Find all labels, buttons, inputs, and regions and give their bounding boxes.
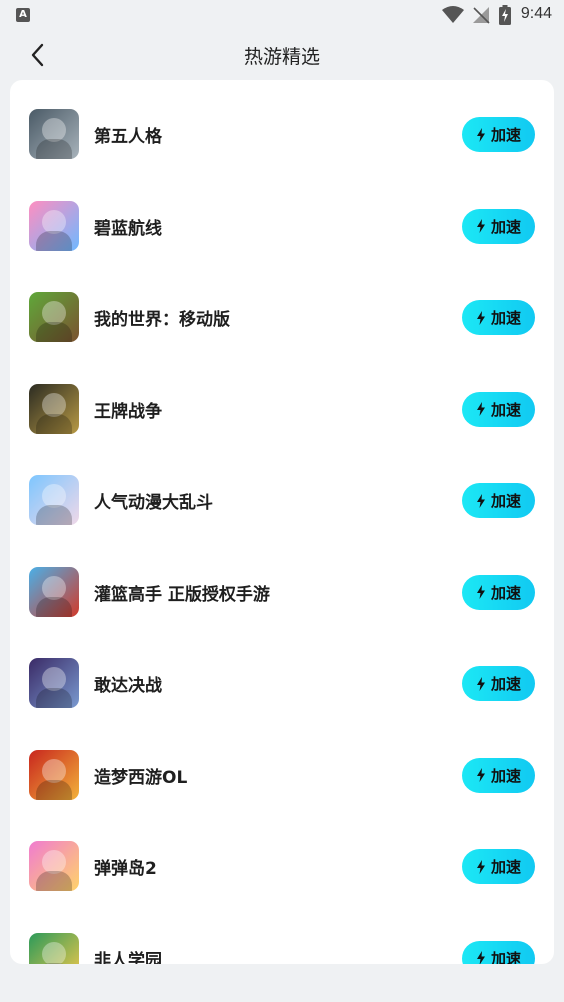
no-signal-icon	[473, 7, 490, 24]
accelerate-button[interactable]: 加速	[462, 574, 535, 610]
page-title: 热游精选	[243, 46, 320, 68]
game-name: 造梦西游OL	[94, 767, 188, 788]
minecraft-game-icon	[29, 292, 79, 342]
game-name: 第五人格	[94, 127, 162, 147]
game-list-item[interactable]: 灌篮高手 正版授权手游 加速	[10, 538, 554, 629]
lightning-icon	[476, 493, 485, 508]
lightning-icon	[476, 768, 485, 782]
inhuman-academy-game-icon	[29, 932, 79, 964]
app-notification-icon: A	[16, 8, 30, 22]
battery-charging-icon	[499, 5, 511, 25]
accelerate-button-label: 加速	[490, 217, 521, 236]
accelerate-button[interactable]: 加速	[462, 117, 535, 152]
dream-journey-game-icon	[29, 749, 79, 800]
gundam-game-icon	[29, 658, 79, 708]
header: 热游精选	[0, 30, 564, 80]
clock: 9:44	[520, 5, 552, 22]
war-game-icon	[29, 383, 79, 434]
game-list-item[interactable]: 碧蓝航线 加速	[10, 172, 554, 263]
azur-lane-game-icon	[29, 200, 79, 251]
accelerate-button-label: 加速	[490, 492, 521, 510]
accelerate-button[interactable]: 加速	[462, 940, 535, 965]
game-name: 弹弹岛2	[94, 859, 157, 879]
accelerate-button-label: 加速	[490, 126, 521, 144]
lightning-icon	[476, 676, 485, 691]
accelerate-button[interactable]: 加速	[462, 849, 535, 884]
identity-v-game-icon	[29, 109, 79, 159]
status-bar: A 9:44	[0, 0, 564, 30]
game-name: 人气动漫大乱斗	[94, 493, 213, 513]
accelerate-button[interactable]: 加速	[462, 757, 535, 793]
game-list-item[interactable]: 弹弹岛2 加速	[10, 812, 554, 903]
accelerate-button-label: 加速	[490, 309, 521, 327]
game-name: 王牌战争	[94, 401, 162, 422]
game-list-item[interactable]: 敢达决战 加速	[10, 629, 554, 720]
game-list-item[interactable]: 人气动漫大乱斗 加速	[10, 446, 554, 537]
accelerate-button[interactable]: 加速	[462, 391, 535, 427]
game-list: 第五人格 加速 碧蓝航线 加速 我的世界：移动版 加速 王牌战争 加速 人气动漫大乱斗 加速 灌篮高…	[10, 80, 554, 964]
slam-dunk-game-icon	[29, 566, 79, 617]
game-name: 碧蓝航线	[94, 218, 162, 239]
accelerate-button-label: 加速	[490, 675, 521, 693]
anime-fight-game-icon	[29, 475, 79, 525]
lightning-icon	[476, 859, 485, 874]
accelerate-button-label: 加速	[490, 400, 521, 419]
lightning-icon	[476, 402, 485, 416]
lightning-icon	[476, 585, 485, 599]
lightning-icon	[476, 219, 485, 233]
lightning-icon	[476, 127, 485, 142]
accelerate-button-label: 加速	[490, 766, 521, 785]
accelerate-button[interactable]: 加速	[462, 666, 535, 701]
lightning-icon	[476, 951, 485, 964]
game-name: 灌篮高手 正版授权手游	[94, 584, 270, 605]
game-list-item[interactable]: 造梦西游OL 加速	[10, 721, 554, 812]
accelerate-button[interactable]: 加速	[462, 483, 535, 518]
ddtank-game-icon	[29, 841, 79, 891]
game-list-item[interactable]: 我的世界：移动版 加速	[10, 263, 554, 354]
game-name: 我的世界：移动版	[94, 310, 230, 330]
game-name: 敢达决战	[94, 676, 162, 696]
accelerate-button-label: 加速	[490, 583, 521, 602]
game-list-item[interactable]: 第五人格 加速	[10, 80, 554, 171]
accelerate-button-label: 加速	[490, 949, 521, 965]
accelerate-button[interactable]: 加速	[462, 208, 535, 244]
wifi-icon	[442, 6, 464, 23]
accelerate-button-label: 加速	[490, 858, 521, 876]
game-list-item[interactable]: 非人学园 加速	[10, 904, 554, 965]
accelerate-button[interactable]: 加速	[462, 300, 535, 335]
lightning-icon	[476, 310, 485, 325]
game-list-item[interactable]: 王牌战争 加速	[10, 355, 554, 446]
game-name: 非人学园	[94, 950, 162, 965]
